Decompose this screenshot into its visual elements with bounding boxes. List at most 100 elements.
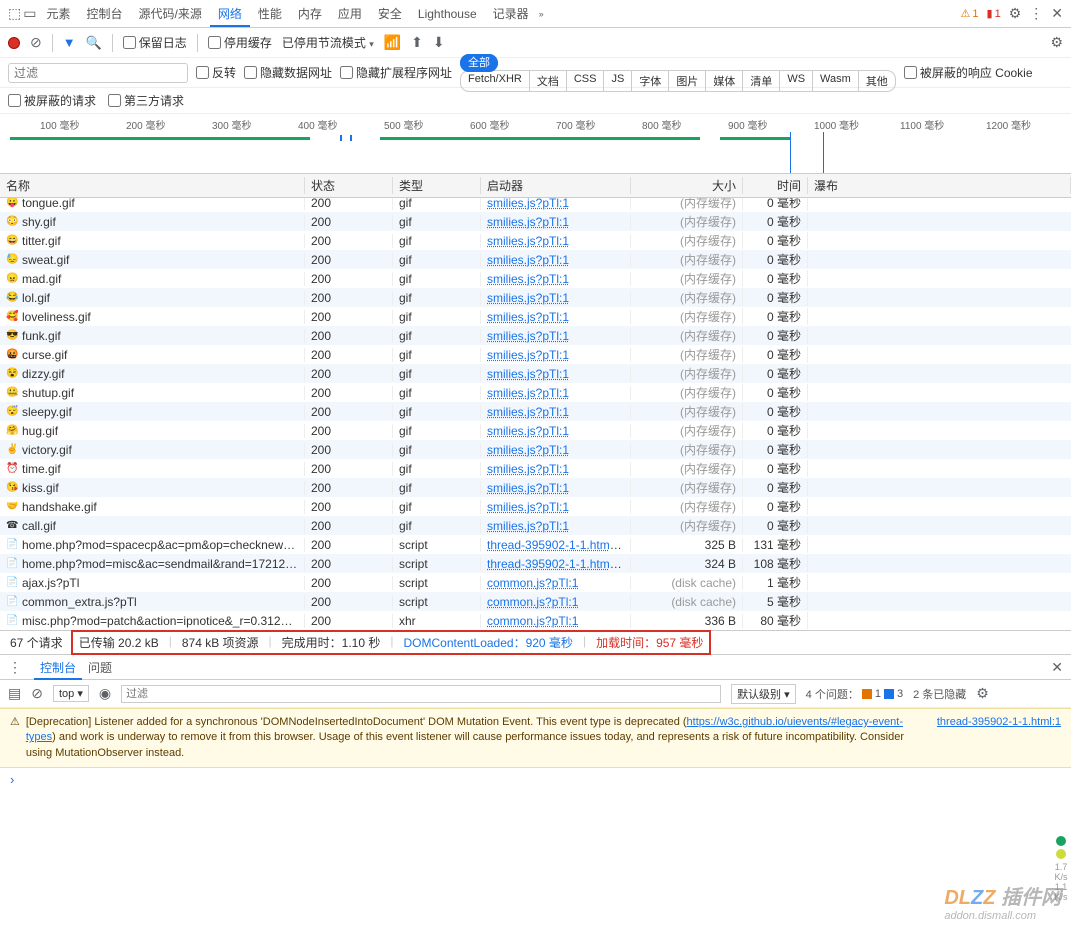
- blocked-requests-checkbox[interactable]: 被屏蔽的请求: [8, 92, 96, 109]
- table-row[interactable]: 😘kiss.gif200gifsmilies.js?pTl:1(内存缓存)0 毫…: [0, 478, 1071, 497]
- gear-icon[interactable]: ⚙: [1009, 5, 1022, 22]
- initiator-link[interactable]: smilies.js?pTl:1: [487, 272, 569, 286]
- more-tabs-icon[interactable]: »: [539, 9, 544, 19]
- console-prompt[interactable]: ›: [0, 768, 1071, 791]
- table-row[interactable]: ⏰time.gif200gifsmilies.js?pTl:1(内存缓存)0 毫…: [0, 459, 1071, 478]
- filter-type-字体[interactable]: 字体: [632, 71, 669, 91]
- live-expression-icon[interactable]: ◉: [99, 685, 111, 702]
- console-settings-icon[interactable]: ⚙: [976, 685, 989, 702]
- filter-type-all[interactable]: 全部: [460, 54, 498, 72]
- drawer-close-icon[interactable]: ✕: [1051, 659, 1063, 676]
- tab-内存[interactable]: 内存: [290, 3, 330, 25]
- initiator-link[interactable]: smilies.js?pTl:1: [487, 329, 569, 343]
- table-row[interactable]: ✌victory.gif200gifsmilies.js?pTl:1(内存缓存)…: [0, 440, 1071, 459]
- close-icon[interactable]: ✕: [1051, 5, 1063, 22]
- initiator-link[interactable]: common.js?pTl:1: [487, 595, 578, 609]
- col-status[interactable]: 状态: [305, 177, 393, 194]
- preserve-log-checkbox[interactable]: 保留日志: [123, 34, 187, 51]
- message-source-link[interactable]: thread-395902-1-1.html:1: [937, 715, 1061, 761]
- tab-性能[interactable]: 性能: [250, 3, 290, 25]
- table-header[interactable]: 名称 状态 类型 启动器 大小 时间 瀑布: [0, 174, 1071, 198]
- tab-网络[interactable]: 网络: [210, 3, 250, 27]
- blocked-cookies-checkbox[interactable]: 被屏蔽的响应 Cookie: [904, 64, 1033, 81]
- tab-记录器[interactable]: 记录器: [485, 3, 537, 25]
- drawer-tab-控制台[interactable]: 控制台: [34, 658, 82, 680]
- initiator-link[interactable]: smilies.js?pTl:1: [487, 215, 569, 229]
- table-row[interactable]: 😠mad.gif200gifsmilies.js?pTl:1(内存缓存)0 毫秒: [0, 269, 1071, 288]
- table-row[interactable]: 😄titter.gif200gifsmilies.js?pTl:1(内存缓存)0…: [0, 231, 1071, 250]
- initiator-link[interactable]: smilies.js?pTl:1: [487, 291, 569, 305]
- table-row[interactable]: 📄ajax.js?pTl200scriptcommon.js?pTl:1(dis…: [0, 573, 1071, 592]
- initiator-link[interactable]: smilies.js?pTl:1: [487, 253, 569, 267]
- context-select[interactable]: top ▾: [53, 685, 89, 702]
- hide-data-checkbox[interactable]: 隐藏数据网址: [244, 64, 332, 81]
- tab-元素[interactable]: 元素: [38, 3, 78, 25]
- initiator-link[interactable]: smilies.js?pTl:1: [487, 348, 569, 362]
- table-row[interactable]: 🤬curse.gif200gifsmilies.js?pTl:1(内存缓存)0 …: [0, 345, 1071, 364]
- col-type[interactable]: 类型: [393, 177, 481, 194]
- log-level-select[interactable]: 默认级别 ▾: [731, 684, 796, 704]
- search-icon[interactable]: 🔍: [86, 35, 102, 51]
- initiator-link[interactable]: smilies.js?pTl:1: [487, 443, 569, 457]
- col-initiator[interactable]: 启动器: [481, 177, 631, 194]
- col-size[interactable]: 大小: [631, 177, 743, 194]
- table-row[interactable]: 🥰loveliness.gif200gifsmilies.js?pTl:1(内存…: [0, 307, 1071, 326]
- tab-Lighthouse[interactable]: Lighthouse: [410, 3, 485, 25]
- col-time[interactable]: 时间: [743, 177, 808, 194]
- invert-checkbox[interactable]: 反转: [196, 64, 236, 81]
- record-button[interactable]: [8, 37, 20, 49]
- initiator-link[interactable]: common.js?pTl:1: [487, 614, 578, 628]
- error-badge[interactable]: ▮ 1: [987, 7, 1001, 20]
- col-waterfall[interactable]: 瀑布: [808, 177, 1071, 194]
- table-row[interactable]: 📄home.php?mod=misc&ac=sendmail&rand=1721…: [0, 554, 1071, 573]
- initiator-link[interactable]: thread-395902-1-1.html:779: [487, 538, 631, 552]
- network-settings-icon[interactable]: ⚙: [1050, 34, 1063, 51]
- filter-type-其他[interactable]: 其他: [859, 71, 895, 91]
- initiator-link[interactable]: thread-395902-1-1.html:780: [487, 557, 631, 571]
- table-row[interactable]: 😵dizzy.gif200gifsmilies.js?pTl:1(内存缓存)0 …: [0, 364, 1071, 383]
- table-row[interactable]: 😂lol.gif200gifsmilies.js?pTl:1(内存缓存)0 毫秒: [0, 288, 1071, 307]
- inspect-icon[interactable]: ⬚: [8, 5, 21, 22]
- console-warning[interactable]: ⚠ [Deprecation] Listener added for a syn…: [0, 708, 1071, 768]
- initiator-link[interactable]: smilies.js?pTl:1: [487, 462, 569, 476]
- warning-badge[interactable]: ⚠ 1: [961, 7, 979, 20]
- disable-cache-checkbox[interactable]: 停用缓存: [208, 34, 272, 51]
- initiator-link[interactable]: smilies.js?pTl:1: [487, 500, 569, 514]
- wifi-icon[interactable]: 📶: [384, 34, 401, 51]
- table-row[interactable]: 🤐shutup.gif200gifsmilies.js?pTl:1(内存缓存)0…: [0, 383, 1071, 402]
- table-row[interactable]: 😳shy.gif200gifsmilies.js?pTl:1(内存缓存)0 毫秒: [0, 212, 1071, 231]
- filter-type-图片[interactable]: 图片: [669, 71, 706, 91]
- table-row[interactable]: 😛tongue.gif200gifsmilies.js?pTl:1(内存缓存)0…: [0, 198, 1071, 212]
- col-name[interactable]: 名称: [0, 177, 305, 194]
- clear-icon[interactable]: ⊘: [30, 34, 42, 51]
- upload-icon[interactable]: ⬆: [411, 34, 423, 51]
- console-sidebar-icon[interactable]: ▤: [8, 685, 21, 702]
- device-icon[interactable]: ▭: [23, 5, 36, 22]
- drawer-tab-问题[interactable]: 问题: [82, 658, 118, 678]
- filter-type-WS[interactable]: WS: [780, 71, 813, 91]
- table-row[interactable]: 📄misc.php?mod=patch&action=ipnotice&_r=0…: [0, 611, 1071, 630]
- table-row[interactable]: 😓sweat.gif200gifsmilies.js?pTl:1(内存缓存)0 …: [0, 250, 1071, 269]
- timeline-overview[interactable]: 100 毫秒200 毫秒300 毫秒400 毫秒500 毫秒600 毫秒700 …: [0, 114, 1071, 174]
- table-row[interactable]: 😴sleepy.gif200gifsmilies.js?pTl:1(内存缓存)0…: [0, 402, 1071, 421]
- filter-type-文档[interactable]: 文档: [530, 71, 567, 91]
- third-party-checkbox[interactable]: 第三方请求: [108, 92, 184, 109]
- initiator-link[interactable]: smilies.js?pTl:1: [487, 519, 569, 533]
- filter-type-JS[interactable]: JS: [604, 71, 632, 91]
- filter-type-媒体[interactable]: 媒体: [706, 71, 743, 91]
- table-body[interactable]: 😱shocked.gif200gifsmilies.js?pTl:1(内存缓存)…: [0, 198, 1071, 630]
- throttle-select[interactable]: 已停用节流模式 ▾: [282, 34, 374, 51]
- table-row[interactable]: 🤗hug.gif200gifsmilies.js?pTl:1(内存缓存)0 毫秒: [0, 421, 1071, 440]
- filter-type-Wasm[interactable]: Wasm: [813, 71, 859, 91]
- initiator-link[interactable]: smilies.js?pTl:1: [487, 198, 569, 210]
- table-row[interactable]: ☎call.gif200gifsmilies.js?pTl:1(内存缓存)0 毫…: [0, 516, 1071, 535]
- initiator-link[interactable]: smilies.js?pTl:1: [487, 424, 569, 438]
- tab-源代码/来源[interactable]: 源代码/来源: [131, 3, 210, 25]
- table-row[interactable]: 😎funk.gif200gifsmilies.js?pTl:1(内存缓存)0 毫…: [0, 326, 1071, 345]
- kebab-icon[interactable]: ⋮: [1029, 5, 1043, 22]
- initiator-link[interactable]: smilies.js?pTl:1: [487, 234, 569, 248]
- table-row[interactable]: 📄common_extra.js?pTl200scriptcommon.js?p…: [0, 592, 1071, 611]
- tab-控制台[interactable]: 控制台: [78, 3, 130, 25]
- filter-icon[interactable]: ▼: [63, 35, 76, 50]
- initiator-link[interactable]: common.js?pTl:1: [487, 576, 578, 590]
